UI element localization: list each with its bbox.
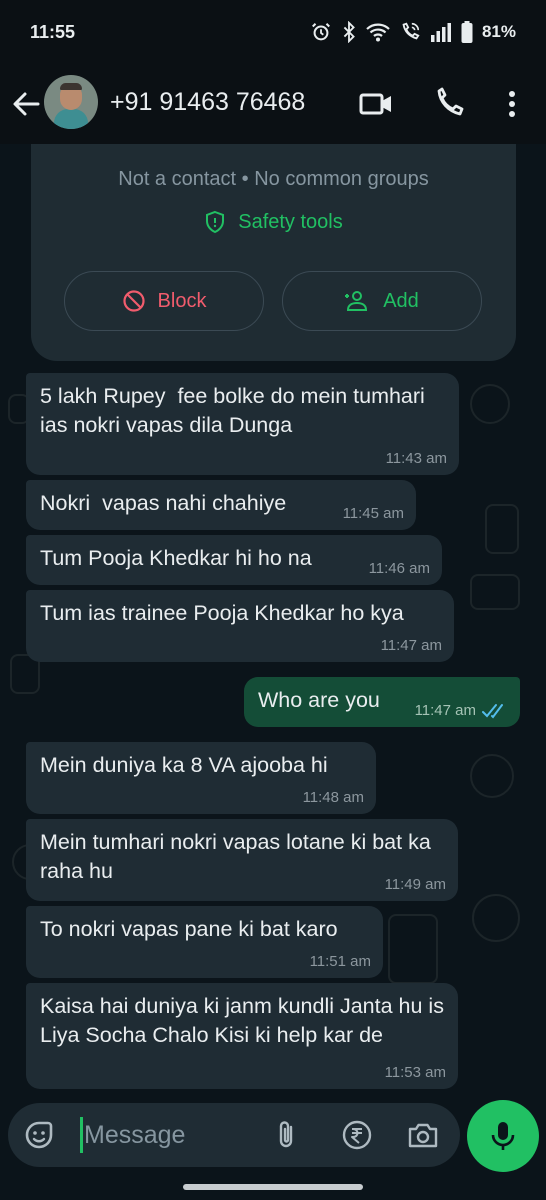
block-button[interactable]: Block (64, 271, 264, 331)
block-label: Block (157, 289, 207, 312)
message-time: 11:45 am (342, 505, 404, 522)
wallpaper-doodle (470, 384, 510, 424)
safety-tools-link[interactable]: Safety tools (31, 210, 516, 234)
message-text: To nokri vapas pane ki bat karo (40, 917, 338, 941)
wallpaper-doodle (470, 574, 520, 610)
message-text: Tum ias trainee Pooja Khedkar ho kya (40, 601, 404, 625)
attach-icon[interactable] (270, 1118, 304, 1152)
message-time: 11:51 am (309, 953, 371, 970)
message-bubble-incoming[interactable]: Mein duniya ka 8 VA ajooba hi 11:48 am (26, 742, 376, 814)
message-bubble-incoming[interactable]: Tum ias trainee Pooja Khedkar ho kya 11:… (26, 590, 454, 662)
signal-icon (430, 23, 451, 42)
mic-icon (491, 1122, 515, 1150)
message-text: Kaisa hai duniya ki janm kundli Janta hu… (40, 994, 450, 1047)
chat-header: +91 91463 76468 (0, 64, 546, 144)
voice-call-icon[interactable] (430, 86, 466, 122)
message-time: 11:48 am (302, 789, 364, 806)
message-input[interactable] (84, 1115, 264, 1155)
wallpaper-doodle (470, 754, 514, 798)
message-text: Mein tumhari nokri vapas lotane ki bat k… (40, 830, 437, 883)
status-icons: 81% (310, 21, 516, 43)
compose-box[interactable] (8, 1103, 460, 1167)
double-check-icon (482, 704, 503, 719)
message-bubble-outgoing[interactable]: Who are you 11:47 am (244, 677, 520, 727)
add-person-icon (345, 291, 368, 311)
message-time: 11:53 am (384, 1064, 446, 1081)
message-time: 11:49 am (384, 876, 446, 893)
message-text: Mein duniya ka 8 VA ajooba hi (40, 753, 328, 777)
battery-icon (461, 21, 473, 43)
camera-icon[interactable] (406, 1118, 440, 1152)
wallpaper-doodle (485, 504, 519, 554)
message-bubble-incoming[interactable]: Tum Pooja Khedkar hi ho na 11:46 am (26, 535, 442, 585)
message-bubble-incoming[interactable]: Mein tumhari nokri vapas lotane ki bat k… (26, 819, 458, 901)
back-arrow-icon[interactable] (10, 88, 42, 120)
battery-level: 81% (481, 22, 516, 41)
sticker-icon[interactable] (22, 1118, 56, 1152)
avatar[interactable] (44, 75, 98, 129)
not-a-contact-label: Not a contact • No common groups (118, 168, 429, 190)
message-bubble-incoming[interactable]: Kaisa hai duniya ki janm kundli Janta hu… (26, 983, 458, 1089)
shield-icon (206, 210, 225, 234)
status-bar: 11:55 81% (0, 0, 546, 64)
message-time: 11:47 am (380, 637, 442, 654)
safety-tools-label: Safety tools (238, 210, 343, 233)
home-indicator (183, 1184, 363, 1190)
message-bubble-incoming[interactable]: Nokri vapas nahi chahiye 11:45 am (26, 480, 416, 530)
wallpaper-doodle (388, 914, 438, 984)
wifi-icon (366, 23, 390, 42)
message-time: 11:43 am (385, 450, 447, 467)
message-time-row: 11:47 am (415, 702, 508, 720)
status-time: 11:55 (30, 21, 76, 42)
text-caret (80, 1117, 83, 1153)
contact-name[interactable]: +91 91463 76468 (110, 88, 305, 117)
rupee-payment-icon[interactable] (340, 1118, 374, 1152)
wallpaper-doodle (472, 894, 520, 942)
add-label: Add (383, 289, 419, 312)
more-menu-icon[interactable] (494, 86, 530, 122)
chat-area[interactable]: Not a contact • No common groups Safety … (0, 144, 546, 1100)
add-contact-button[interactable]: Add (282, 271, 482, 331)
wifi-calling-icon (402, 22, 420, 40)
video-call-icon[interactable] (358, 86, 394, 122)
contact-info-card: Not a contact • No common groups Safety … (31, 144, 516, 361)
alarm-icon (312, 23, 330, 41)
message-bubble-incoming[interactable]: 5 lakh Rupey fee bolke do mein tumhari i… (26, 373, 459, 475)
voice-message-button[interactable] (467, 1100, 539, 1172)
message-time: 11:47 am (414, 702, 476, 719)
message-time: 11:46 am (368, 560, 430, 577)
message-text: 5 lakh Rupey fee bolke do mein tumhari i… (40, 384, 431, 437)
message-bubble-incoming[interactable]: To nokri vapas pane ki bat karo 11:51 am (26, 906, 383, 978)
bluetooth-icon (343, 21, 355, 43)
block-icon (122, 290, 145, 312)
